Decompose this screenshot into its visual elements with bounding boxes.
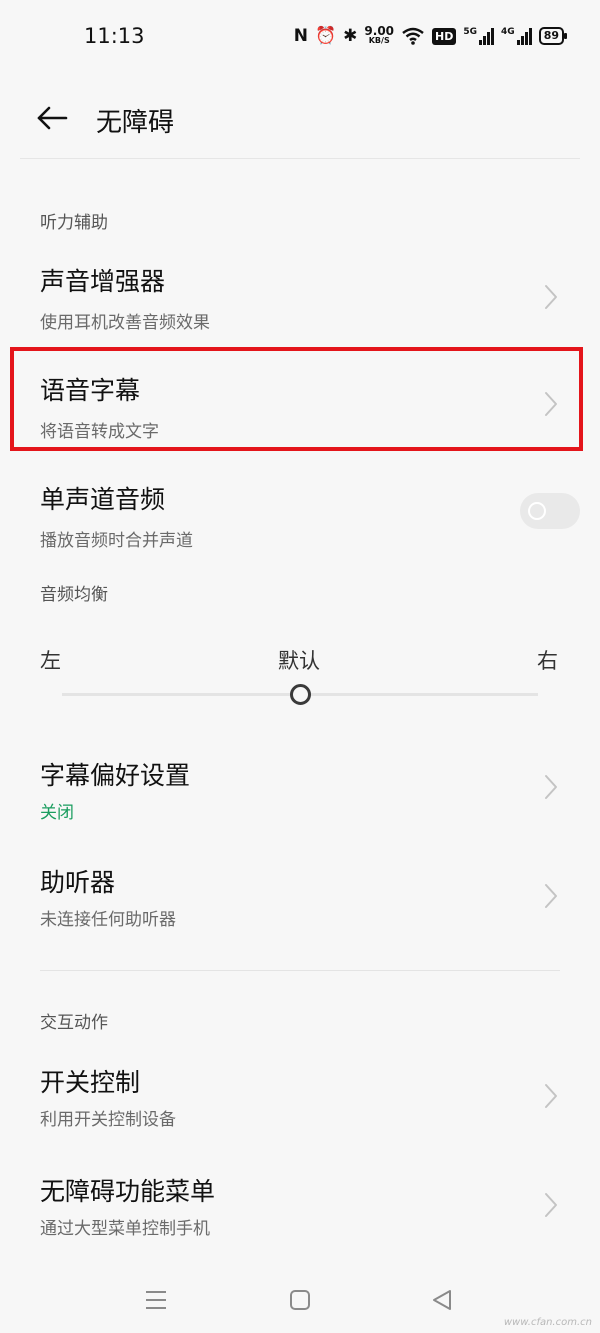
bluetooth-icon: ✱ — [343, 26, 358, 46]
item-subtitle: 使用耳机改善音频效果 — [40, 313, 210, 333]
item-subtitle: 利用开关控制设备 — [40, 1110, 176, 1130]
signal-4g-icon: 4G — [501, 27, 532, 45]
section-divider — [40, 970, 560, 971]
back-button[interactable] — [30, 96, 74, 140]
balance-slider-thumb[interactable] — [289, 684, 311, 705]
header-divider — [20, 158, 580, 159]
battery-icon: 89 — [538, 27, 568, 45]
alarm-icon: ⏰ — [315, 26, 337, 46]
nfc-icon: N — [293, 26, 308, 46]
item-title: 字幕偏好设置 — [40, 761, 191, 790]
mono-audio-toggle[interactable] — [520, 493, 580, 529]
network-speed-value: 9.00 — [364, 24, 395, 38]
back-nav-button[interactable] — [422, 1282, 462, 1318]
list-item-accessibility-menu[interactable]: 无障碍功能菜单 通过大型菜单控制手机 — [20, 1162, 580, 1252]
item-title: 助听器 — [40, 868, 116, 897]
balance-right-label: 右 — [537, 649, 558, 673]
status-time: 11:13 — [84, 24, 145, 48]
menu-button[interactable] — [136, 1282, 176, 1318]
balance-left-label: 左 — [40, 649, 61, 673]
item-subtitle: 播放音频时合并声道 — [40, 531, 193, 551]
page-title: 无障碍 — [96, 108, 175, 138]
section-label-balance: 音频均衡 — [40, 585, 108, 605]
navigation-bar: www.cfan.com.cn — [0, 1270, 600, 1330]
arrow-left-icon — [37, 106, 68, 130]
watermark: www.cfan.com.cn — [503, 1317, 592, 1328]
home-button[interactable] — [280, 1282, 320, 1318]
chevron-right-icon — [545, 1193, 557, 1217]
list-item-sound-amplifier[interactable]: 声音增强器 使用耳机改善音频效果 — [20, 252, 580, 342]
wifi-icon — [402, 27, 424, 45]
status-bar: 11:13 N ⏰ ✱ 9.00 KB/S HD 5G 4G 89 — [0, 0, 600, 76]
section-label-hearing: 听力辅助 — [40, 213, 108, 233]
chevron-right-icon — [545, 1084, 557, 1108]
hd-badge: HD — [432, 27, 457, 45]
signal-5g-icon: 5G — [463, 27, 495, 45]
highlight-box — [10, 347, 583, 451]
menu-icon — [146, 1291, 166, 1309]
chevron-right-icon — [545, 775, 557, 799]
home-square-icon — [290, 1290, 310, 1310]
list-item-caption-preferences[interactable]: 字幕偏好设置 关闭 — [20, 744, 580, 834]
status-icons: N ⏰ ✱ 9.00 KB/S HD 5G 4G 89 — [293, 24, 568, 46]
item-title: 无障碍功能菜单 — [40, 1177, 216, 1206]
item-subtitle: 通过大型菜单控制手机 — [40, 1219, 210, 1239]
header: 无障碍 — [0, 76, 600, 160]
network-speed-unit: KB/S — [368, 36, 390, 45]
item-subtitle-status: 关闭 — [40, 803, 74, 823]
section-label-interaction: 交互动作 — [40, 1013, 108, 1033]
list-item-switch-access[interactable]: 开关控制 利用开关控制设备 — [20, 1053, 580, 1143]
list-item-mono-audio: 单声道音频 播放音频时合并声道 — [20, 470, 580, 560]
triangle-back-icon — [433, 1290, 451, 1310]
item-title: 声音增强器 — [40, 267, 166, 296]
item-title: 开关控制 — [40, 1068, 141, 1097]
chevron-right-icon — [545, 285, 557, 309]
chevron-right-icon — [545, 884, 557, 908]
balance-center-label: 默认 — [278, 649, 320, 673]
item-title: 单声道音频 — [40, 485, 166, 514]
item-subtitle: 未连接任何助听器 — [40, 910, 176, 930]
list-item-hearing-aids[interactable]: 助听器 未连接任何助听器 — [20, 853, 580, 943]
network-speed: 9.00 KB/S — [364, 24, 395, 46]
toggle-knob — [528, 502, 546, 520]
